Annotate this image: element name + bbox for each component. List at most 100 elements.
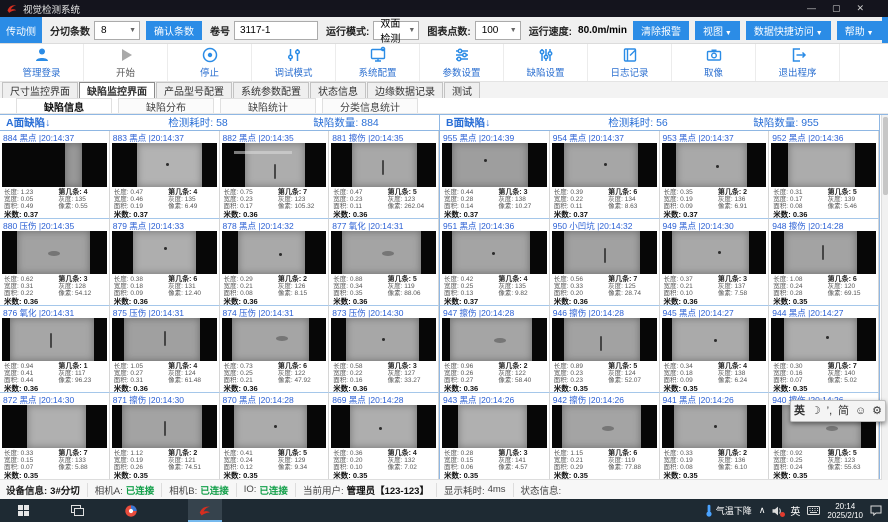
pinned-app-icon[interactable]: [114, 499, 148, 522]
ime-language-indicator[interactable]: 英: [790, 503, 800, 518]
windows-start-icon[interactable]: [6, 499, 40, 522]
vertical-scrollbar[interactable]: [881, 115, 888, 480]
main-tab-3[interactable]: 系统参数配置: [233, 82, 309, 98]
defect-cell[interactable]: 883 黑点 |20:14:37长度: 0.47宽度: 0.46面积: 0.19…: [110, 131, 220, 218]
main-tab-0[interactable]: 尺寸监控界面: [2, 82, 78, 98]
param-settings-button[interactable]: 参数设置: [420, 44, 504, 81]
defect-cell[interactable]: 877 氧化 |20:14:31长度: 0.88宽度: 0.34面积: 0.35…: [329, 218, 439, 305]
defect-area: 面积: 0.17: [224, 203, 278, 210]
defect-settings-button[interactable]: 缺陷设置: [504, 44, 588, 81]
operate-side-tag[interactable]: 操作侧: [882, 17, 888, 43]
strip-band: [450, 318, 532, 361]
taskbar-clock[interactable]: 20:14 2025/2/10: [827, 502, 863, 520]
defect-strip-no: 第几条: 5: [278, 450, 324, 457]
defect-pixels: 像素: 6.49: [168, 203, 214, 210]
confirm-count-button[interactable]: 确认条数: [146, 21, 202, 40]
capture-button[interactable]: 取像: [672, 44, 756, 81]
roll-number-input[interactable]: [234, 21, 318, 40]
scrollbar-thumb[interactable]: [883, 117, 888, 195]
chart-points-select[interactable]: 100▼: [475, 21, 521, 40]
defect-cell[interactable]: 945 黑点 |20:14:27长度: 0.34宽度: 0.18面积: 0.09…: [660, 305, 770, 392]
defect-cell[interactable]: 871 擦伤 |20:14:30长度: 1.12宽度: 0.19面积: 0.26…: [110, 392, 220, 479]
maximize-button[interactable]: ▢: [832, 3, 841, 14]
stop-button[interactable]: 停止: [168, 44, 252, 81]
defect-cell[interactable]: 879 黑点 |20:14:33长度: 0.38宽度: 0.18面积: 0.09…: [110, 218, 220, 305]
main-tab-1[interactable]: 缺陷监控界面: [79, 82, 155, 98]
defect-cell[interactable]: 953 黑点 |20:14:37长度: 0.35宽度: 0.19面积: 0.09…: [660, 131, 770, 218]
active-app-icon[interactable]: [188, 499, 222, 522]
exit-program-button[interactable]: 退出程序: [756, 44, 840, 81]
log-record-button[interactable]: 日志记录: [588, 44, 672, 81]
main-tab-6[interactable]: 测试: [444, 82, 480, 98]
run-mode-select[interactable]: 双面检测▼: [373, 21, 419, 40]
defect-cell[interactable]: 942 擦伤 |20:14:26长度: 1.15宽度: 0.21面积: 0.29…: [550, 392, 660, 479]
task-view-icon[interactable]: [60, 499, 94, 522]
defect-cell[interactable]: 949 黑点 |20:14:30长度: 0.37宽度: 0.21面积: 0.10…: [660, 218, 770, 305]
main-tab-5[interactable]: 边缘数据记录: [367, 82, 443, 98]
sub-tab-2[interactable]: 缺陷统计: [220, 98, 316, 113]
system-config-button[interactable]: 系统配置: [336, 44, 420, 81]
defect-thumbnail: [552, 143, 657, 187]
defect-cell[interactable]: 948 擦伤 |20:14:28长度: 1.08宽度: 0.24面积: 0.28…: [769, 218, 879, 305]
defect-cell[interactable]: 955 黑点 |20:14:39长度: 0.44宽度: 0.28面积: 0.14…: [440, 131, 550, 218]
defect-length: 长度: 0.29: [224, 276, 278, 283]
volume-icon[interactable]: [772, 506, 783, 516]
tray-expand-arrow[interactable]: ∧: [759, 505, 766, 516]
ime-simplified[interactable]: 简: [838, 406, 849, 417]
defect-pixels: 像素: 6.10: [718, 464, 764, 471]
defect-strip-no: 第几条: 3: [388, 363, 434, 370]
ime-mode-en[interactable]: 英: [794, 406, 805, 417]
defect-cell[interactable]: 950 小凹坑 |20:14:32长度: 0.56宽度: 0.33面积: 0.2…: [550, 218, 660, 305]
ime-settings-icon[interactable]: ⚙: [872, 406, 882, 417]
start-button[interactable]: 开始: [84, 44, 168, 81]
sub-tab-1[interactable]: 缺陷分布: [118, 98, 214, 113]
ime-punctuation[interactable]: ’,: [827, 406, 833, 417]
defect-meter: 米数: 0.37: [4, 211, 58, 218]
panel-title[interactable]: A面缺陷↓: [6, 115, 168, 130]
main-tab-4[interactable]: 状态信息: [310, 82, 366, 98]
defect-info: 长度: 0.47宽度: 0.46面积: 0.19米数: 0.37第几条: 4灰度…: [110, 187, 219, 218]
defect-cell[interactable]: 874 压伤 |20:14:31长度: 0.73宽度: 0.25面积: 0.21…: [220, 305, 330, 392]
view-menu-button[interactable]: 视图: [695, 21, 740, 40]
defect-cell[interactable]: 946 擦伤 |20:14:28长度: 0.89宽度: 0.23面积: 0.23…: [550, 305, 660, 392]
ime-emoji-icon[interactable]: ☺: [855, 406, 866, 417]
defect-strip-no: 第几条: 4: [498, 276, 544, 283]
defect-cell[interactable]: 872 黑点 |20:14:30长度: 0.33宽度: 0.15面积: 0.07…: [0, 392, 110, 479]
defect-cell[interactable]: 869 黑点 |20:14:28长度: 0.36宽度: 0.20面积: 0.10…: [329, 392, 439, 479]
defect-cell[interactable]: 954 黑点 |20:14:37长度: 0.39宽度: 0.22面积: 0.11…: [550, 131, 660, 218]
drive-side-tag[interactable]: 传动侧: [0, 17, 42, 43]
ime-moon-icon[interactable]: ☽: [811, 406, 821, 417]
defect-cell[interactable]: 873 压伤 |20:14:30长度: 0.58宽度: 0.22面积: 0.16…: [329, 305, 439, 392]
main-tab-2[interactable]: 产品型号配置: [156, 82, 232, 98]
defect-cell[interactable]: 884 黑点 |20:14:37长度: 1.23宽度: 0.05面积: 0.49…: [0, 131, 110, 218]
data-quick-access-menu-button[interactable]: 数据快捷访问: [746, 21, 831, 40]
defect-meter: 米数: 0.35: [773, 385, 827, 392]
defect-cell[interactable]: 882 黑点 |20:14:35长度: 0.75宽度: 0.23面积: 0.17…: [220, 131, 330, 218]
defect-cell[interactable]: 952 黑点 |20:14:36长度: 0.31宽度: 0.17面积: 0.08…: [769, 131, 879, 218]
defect-cell[interactable]: 951 黑点 |20:14:36长度: 0.42宽度: 0.25面积: 0.13…: [440, 218, 550, 305]
touch-keyboard-icon[interactable]: [807, 506, 820, 515]
defect-cell[interactable]: 947 擦伤 |20:14:28长度: 0.96宽度: 0.26面积: 0.27…: [440, 305, 550, 392]
defect-cell[interactable]: 881 擦伤 |20:14:35长度: 0.47宽度: 0.23面积: 0.11…: [329, 131, 439, 218]
defect-cell[interactable]: 941 黑点 |20:14:26长度: 0.33宽度: 0.19面积: 0.08…: [660, 392, 770, 479]
help-menu-button[interactable]: 帮助: [837, 21, 882, 40]
clear-alarm-button[interactable]: 清除报警: [633, 21, 689, 40]
panel-title[interactable]: B面缺陷↓: [446, 115, 608, 130]
close-button[interactable]: ✕: [856, 3, 864, 14]
sub-tab-3[interactable]: 分类信息统计: [322, 98, 418, 113]
top-toolbar: 传动侧 分切条数 8▼ 确认条数 卷号 运行模式: 双面检测▼ 图表点数: 10…: [0, 17, 888, 44]
debug-mode-button[interactable]: 调试模式: [252, 44, 336, 81]
sub-tab-0[interactable]: 缺陷信息: [16, 98, 112, 113]
slit-count-select[interactable]: 8▼: [94, 21, 140, 40]
minimize-button[interactable]: —: [807, 3, 816, 14]
defect-cell[interactable]: 943 黑点 |20:14:26长度: 0.28宽度: 0.15面积: 0.06…: [440, 392, 550, 479]
defect-cell[interactable]: 878 黑点 |20:14:32长度: 0.29宽度: 0.21面积: 0.08…: [220, 218, 330, 305]
defect-cell[interactable]: 875 压伤 |20:14:31长度: 1.05宽度: 0.27面积: 0.31…: [110, 305, 220, 392]
action-center-icon[interactable]: [870, 505, 882, 516]
defect-cell[interactable]: 876 氧化 |20:14:31长度: 0.94宽度: 0.41面积: 0.44…: [0, 305, 110, 392]
defect-cell[interactable]: 870 黑点 |20:14:28长度: 0.41宽度: 0.24面积: 0.12…: [220, 392, 330, 479]
weather-tray-item[interactable]: 气温下降: [705, 504, 752, 517]
defect-cell[interactable]: 880 压伤 |20:14:35长度: 0.62宽度: 0.31面积: 0.22…: [0, 218, 110, 305]
admin-login-button[interactable]: 管理登录: [0, 44, 84, 81]
defect-cell[interactable]: 944 黑点 |20:14:27长度: 0.30宽度: 0.16面积: 0.07…: [769, 305, 879, 392]
